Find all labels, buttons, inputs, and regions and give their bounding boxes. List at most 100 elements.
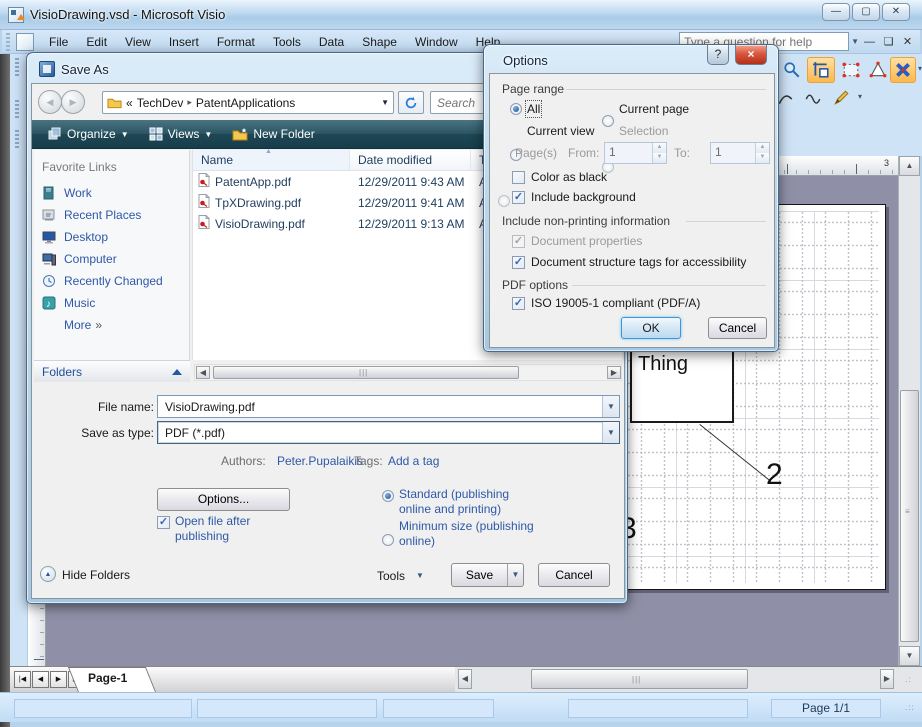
number-2-shape[interactable]: 2: [766, 458, 783, 492]
options-button[interactable]: Options...: [157, 488, 290, 511]
file-list-scrollbar[interactable]: ◀ ||| ▶: [194, 364, 622, 381]
iso-compliant-label[interactable]: ISO 19005-1 compliant (PDF/A): [531, 296, 700, 310]
scroll-left-icon[interactable]: ◀: [458, 669, 472, 689]
help-icon[interactable]: ?: [707, 45, 729, 65]
address-bar[interactable]: « TechDev ▸ PatentApplications ▼: [102, 91, 394, 114]
menu-item[interactable]: Data: [310, 32, 353, 52]
breadcrumb-root[interactable]: TechDev: [137, 96, 184, 110]
back-button[interactable]: ◀: [38, 90, 62, 114]
column-header-date-modified[interactable]: Date modified: [350, 150, 471, 170]
snap-glue-tool-icon[interactable]: [807, 57, 835, 83]
sidebar-item-work[interactable]: Work: [34, 182, 189, 204]
include-background-checkbox[interactable]: ✓: [512, 191, 525, 204]
current-view-radio-label[interactable]: Current view: [527, 124, 594, 138]
save-dropdown-icon[interactable]: ▼: [507, 564, 523, 586]
first-page-button[interactable]: |◀: [14, 671, 31, 688]
organize-button[interactable]: Organize ▼: [40, 123, 137, 145]
zoom-tool-icon[interactable]: [779, 57, 805, 83]
vertical-scrollbar[interactable]: ▲ ≡ ▼: [898, 156, 920, 666]
file-name-combo[interactable]: VisioDrawing.pdf ▼: [157, 395, 620, 418]
iso-compliant-checkbox[interactable]: ✓: [512, 297, 525, 310]
save-type-value[interactable]: PDF (*.pdf): [158, 426, 602, 440]
minimize-button[interactable]: —: [822, 3, 850, 21]
sidebar-item-computer[interactable]: Computer: [34, 248, 189, 270]
doc-close-icon[interactable]: ✕: [899, 35, 916, 48]
menu-item[interactable]: Format: [208, 32, 264, 52]
scroll-left-icon[interactable]: ◀: [196, 366, 210, 379]
hide-folders-button[interactable]: Hide Folders: [62, 568, 130, 582]
next-page-button[interactable]: ▶: [50, 671, 67, 688]
sidebar-item-recently-changed[interactable]: Recently Changed: [34, 270, 189, 292]
all-radio[interactable]: [510, 103, 522, 115]
current-page-radio[interactable]: [602, 115, 614, 127]
views-button[interactable]: Views ▼: [141, 123, 221, 145]
sidebar-item-desktop[interactable]: Desktop: [34, 226, 189, 248]
scroll-right-icon[interactable]: ▶: [607, 366, 621, 379]
page-tab[interactable]: Page-1: [78, 667, 156, 692]
freeform-tool-icon[interactable]: [800, 85, 826, 111]
save-type-combo[interactable]: PDF (*.pdf) ▼: [157, 421, 620, 444]
new-folder-button[interactable]: New Folder: [224, 123, 322, 145]
authors-value[interactable]: Peter.Pupalaikis: [277, 454, 363, 468]
tags-add-link[interactable]: Add a tag: [388, 454, 439, 468]
sidebar-item-music[interactable]: ♪ Music: [34, 292, 189, 314]
color-as-black-checkbox[interactable]: [512, 171, 525, 184]
breadcrumb-current[interactable]: PatentApplications: [196, 96, 295, 110]
forward-button[interactable]: ▶: [61, 90, 85, 114]
chevron-down-icon[interactable]: ▼: [602, 422, 619, 443]
ok-button[interactable]: OK: [621, 317, 681, 339]
document-structure-checkbox[interactable]: ✓: [512, 256, 525, 269]
sidebar-item-recent-places[interactable]: Recent Places: [34, 204, 189, 226]
menu-item[interactable]: Shape: [353, 32, 406, 52]
horizontal-scrollbar[interactable]: ◀ ||| ▶ .:: [455, 666, 922, 692]
open-after-checkbox[interactable]: ✓: [157, 516, 170, 529]
vertical-scroll-thumb[interactable]: ≡: [900, 390, 919, 642]
tools-dropdown-icon[interactable]: ▼: [416, 571, 424, 580]
toolbar-overflow-icon[interactable]: ▾: [918, 64, 922, 73]
all-radio-label[interactable]: All: [527, 102, 540, 116]
open-after-label[interactable]: Open file after publishing: [175, 514, 287, 544]
list-scroll-thumb[interactable]: |||: [213, 366, 519, 379]
close-icon[interactable]: ×: [735, 45, 767, 65]
shape-tool-icon[interactable]: [865, 57, 891, 83]
horizontal-scroll-thumb[interactable]: |||: [531, 669, 748, 689]
doc-minimize-icon[interactable]: —: [861, 36, 878, 48]
toolbar-grip[interactable]: [15, 58, 19, 78]
folders-expander[interactable]: Folders: [34, 360, 190, 382]
minimum-size-radio-label[interactable]: Minimum size (publishing online): [399, 519, 544, 549]
toolbar-grip[interactable]: [15, 130, 19, 150]
include-background-label[interactable]: Include background: [531, 190, 636, 204]
thing-shape[interactable]: Thing: [630, 349, 734, 423]
file-name-value[interactable]: VisioDrawing.pdf: [158, 400, 602, 414]
menu-item[interactable]: File: [40, 32, 77, 52]
menu-item[interactable]: View: [116, 32, 160, 52]
cancel-button[interactable]: Cancel: [538, 563, 610, 587]
doc-restore-icon[interactable]: ❏: [880, 35, 897, 48]
standard-radio-label[interactable]: Standard (publishing online and printing…: [399, 487, 531, 517]
toolbar-overflow-icon[interactable]: ▾: [858, 92, 862, 101]
delete-tool-icon[interactable]: [890, 57, 916, 83]
toolbar-grip[interactable]: [15, 100, 19, 120]
chevron-down-icon[interactable]: ▼: [602, 396, 619, 417]
current-page-radio-label[interactable]: Current page: [619, 102, 689, 116]
menu-item[interactable]: Tools: [264, 32, 310, 52]
scroll-up-icon[interactable]: ▲: [899, 156, 920, 176]
standard-radio[interactable]: [382, 490, 394, 502]
color-as-black-label[interactable]: Color as black: [531, 170, 607, 184]
pencil-tool-icon[interactable]: [828, 85, 854, 111]
cancel-button[interactable]: Cancel: [708, 317, 767, 339]
close-button[interactable]: ✕: [882, 3, 910, 21]
save-button[interactable]: Save: [452, 564, 507, 586]
scroll-right-icon[interactable]: ▶: [880, 669, 894, 689]
document-structure-label[interactable]: Document structure tags for accessibilit…: [531, 255, 746, 269]
toolbar-grip[interactable]: [6, 33, 10, 51]
select-area-tool-icon[interactable]: [838, 57, 864, 83]
menu-item[interactable]: Window: [406, 32, 467, 52]
sidebar-item-more[interactable]: More »: [34, 314, 189, 336]
refresh-button[interactable]: [398, 91, 424, 114]
tools-button[interactable]: Tools: [377, 569, 405, 583]
maximize-button[interactable]: ▢: [852, 3, 880, 21]
minimum-size-radio[interactable]: [382, 534, 394, 546]
menu-item[interactable]: Insert: [160, 32, 208, 52]
menu-item[interactable]: Edit: [77, 32, 116, 52]
